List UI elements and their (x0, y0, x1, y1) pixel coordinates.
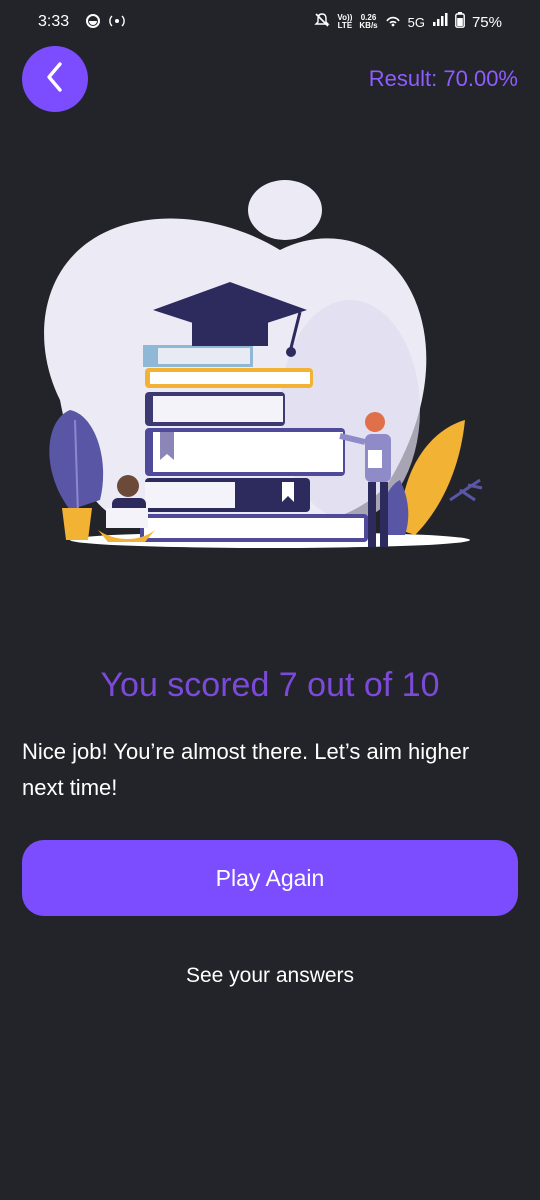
network-speed: 0.26 KB/s (359, 14, 377, 30)
network-type: 5G (407, 14, 425, 30)
mute-notifications-icon (314, 12, 331, 32)
battery-percent: 75% (471, 13, 502, 31)
wifi-calling-icon (385, 13, 401, 31)
volte-bottom: LTE (337, 21, 353, 30)
network-speed-unit: KB/s (359, 21, 378, 30)
status-bar: 3:33 Vo)) LTE 0.26 KB/s 5G 75% (0, 0, 540, 46)
battery-icon (455, 12, 465, 32)
score-title: You scored 7 out of 10 (100, 666, 440, 704)
result-label: Result: 70.00% (368, 66, 518, 91)
chevron-left-icon (41, 60, 69, 99)
back-button[interactable] (22, 46, 88, 112)
signal-icon (432, 13, 448, 31)
screen-record-icon (86, 14, 100, 33)
status-right-icons: Vo)) LTE 0.26 KB/s 5G 75% (314, 12, 502, 32)
score-message: Nice job! You’re almost there. Let’s aim… (22, 739, 470, 800)
graduation-books-illustration (20, 170, 520, 570)
status-time: 3:33 (38, 13, 70, 30)
hotspot-icon (108, 14, 126, 33)
status-left-icons (86, 14, 126, 33)
play-again-button[interactable]: Play Again (22, 840, 518, 916)
volte-indicator: Vo)) LTE (337, 14, 352, 30)
play-again-label: Play Again (215, 864, 325, 891)
see-answers-link[interactable]: See your answers (0, 964, 540, 988)
